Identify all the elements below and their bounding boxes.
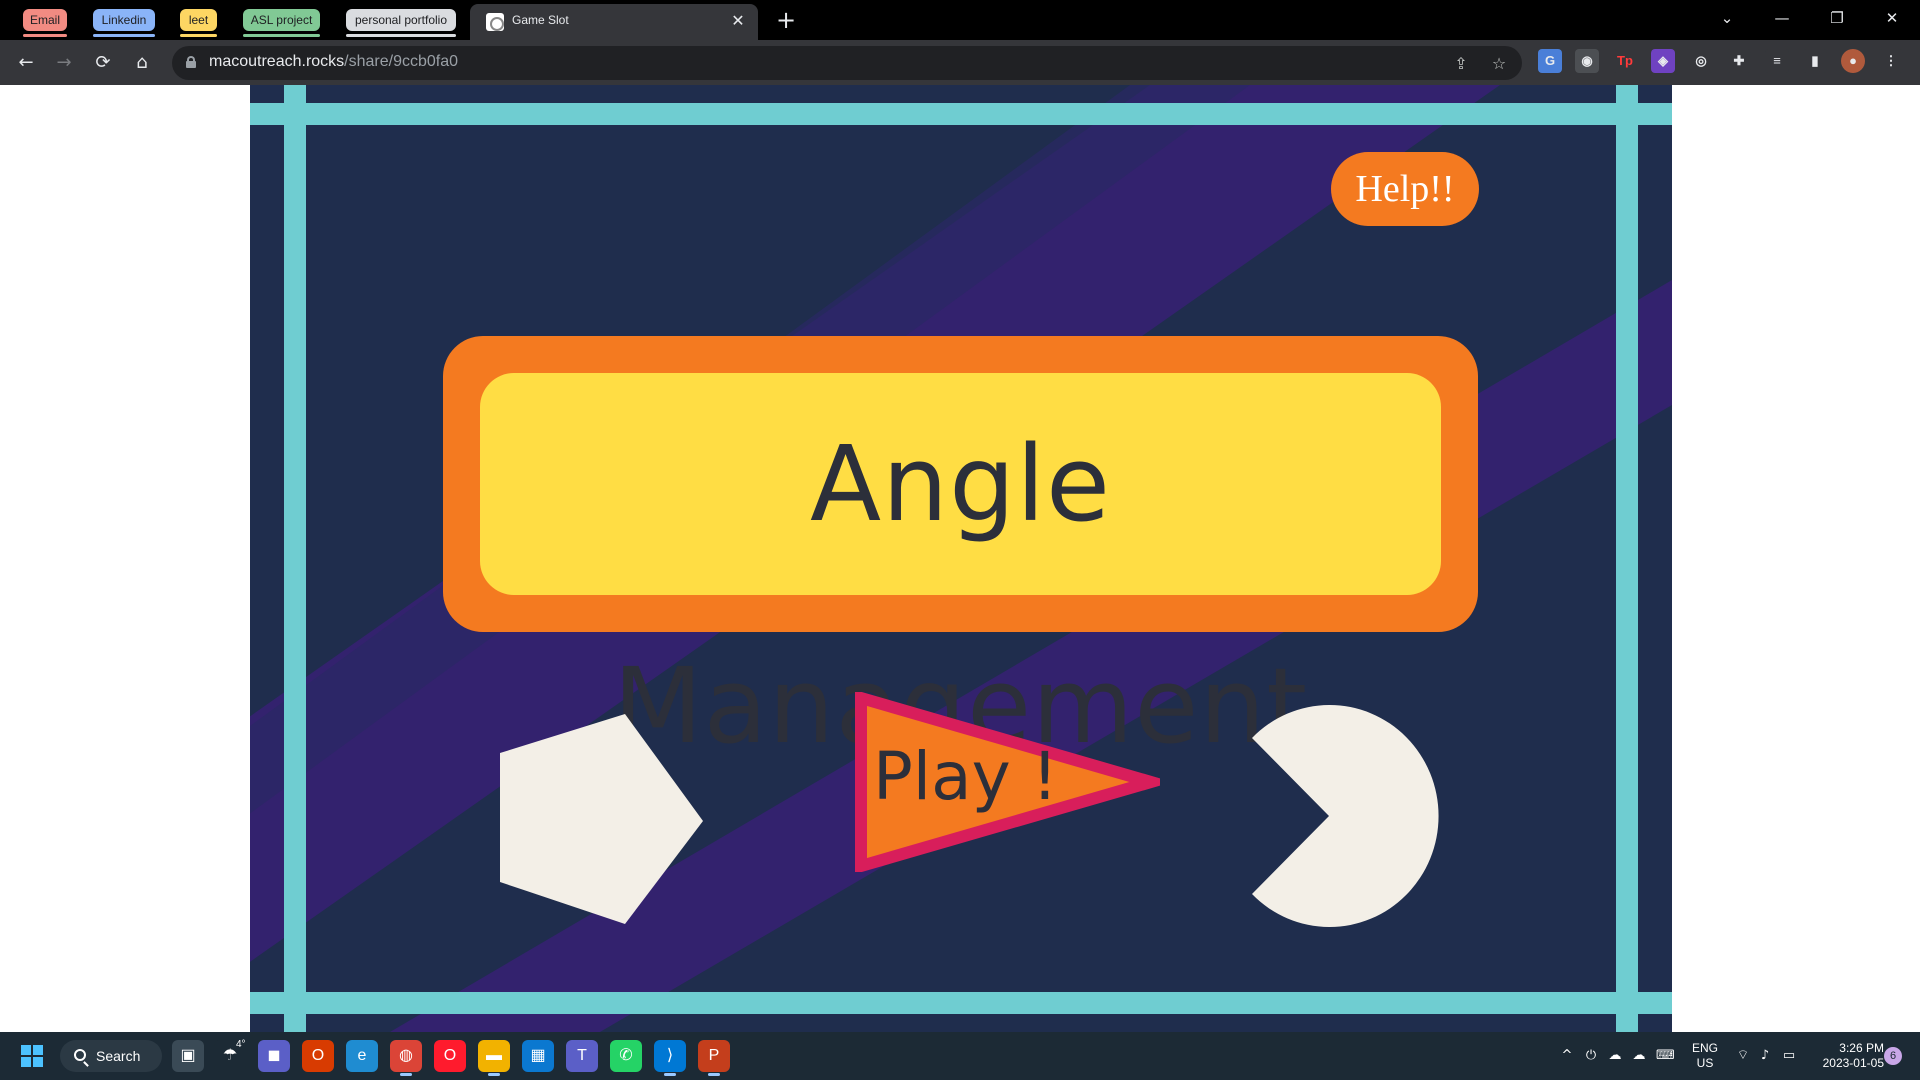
clock[interactable]: 3:26 PM 2023-01-05 [1808,1041,1884,1071]
url-text[interactable]: macoutreach.rocks/share/9ccb0fa0 [209,53,458,71]
back-button[interactable]: ← [12,49,40,77]
region-code: US [1696,1056,1714,1070]
reading-list-icon[interactable]: ≡ [1765,49,1789,73]
task-view-icon[interactable]: ▣ [172,1040,204,1072]
minimize-button[interactable]: — [1759,4,1805,32]
tab-close-icon[interactable]: ✕ [728,11,748,31]
store-icon[interactable]: ▦ [522,1040,554,1072]
tab-game-slot[interactable]: Game Slot ✕ [470,4,758,40]
windows-taskbar: Search ▣ ☂ ◼ Oe ◍ O ▬ ▦ T ✆ ⟩ P 4° ^ ⏻ ☁ ☁ ⌨ ENG US… [0,1032,1920,1080]
battery-icon[interactable]: ▭ [1780,1047,1798,1065]
purple-extension-icon[interactable]: ◈ [1651,49,1675,73]
google-translate-extension-icon[interactable]: G [1538,49,1562,73]
clock-time: 3:26 PM [1839,1041,1884,1055]
taskbar-search[interactable]: Search [60,1040,162,1072]
keyboard-icon[interactable]: ⌨ [1656,1047,1675,1065]
tab-group-label: personal portfolio [354,13,448,27]
profile-avatar-icon[interactable]: ● [1841,49,1865,73]
tab-group-label: leet [188,13,209,27]
lightbulb-extension-icon[interactable]: ◎ [1689,49,1713,73]
show-hidden-icons-chevron[interactable]: ^ [1558,1047,1576,1065]
url-host: macoutreach.rocks [209,53,345,70]
volume-icon[interactable]: ♪ [1756,1047,1774,1065]
tab-title: Game Slot [512,13,569,27]
whatsapp-icon[interactable]: ✆ [610,1040,642,1072]
weather-temp: 4° [236,1039,246,1050]
tab-group-leet[interactable]: leet [180,9,217,37]
reload-button[interactable]: ⟳ [89,49,117,77]
notification-badge[interactable]: 6 [1884,1047,1902,1065]
pentagon-shape[interactable] [500,712,706,926]
tab-search-icon[interactable]: ⌄ [1704,4,1750,32]
tab-favicon-icon [486,13,504,31]
opera-icon[interactable]: O [434,1040,466,1072]
tab-group-label: Email [29,13,60,27]
office-icon[interactable]: O [302,1040,334,1072]
wifi-icon[interactable]: ⌔ [1734,1047,1752,1065]
game-title: Angle Management [612,423,1309,767]
input-language[interactable]: ENG US [1688,1041,1722,1071]
play-label: Play ! [873,738,1059,815]
puzzle-extensions-icon[interactable]: ✚ [1727,49,1751,73]
teams-icon[interactable]: T [566,1040,598,1072]
title-banner-inner: Angle Management [480,373,1441,767]
help-button[interactable]: Help!! [1331,152,1479,226]
search-label: Search [96,1048,141,1064]
tab-group-label: ASL project [250,13,313,27]
new-tab-button[interactable]: + [772,6,800,34]
tab-group-email[interactable]: Email [23,9,67,37]
restore-button[interactable]: ❐ [1814,4,1860,32]
chrome-icon[interactable]: ◍ [390,1040,422,1076]
tab-group-asl-project[interactable]: ASL project [243,9,320,37]
windows-logo-icon [21,1045,43,1067]
play-button[interactable]: Play ! [855,690,1173,874]
tp-extension-icon[interactable]: Tp [1613,49,1637,73]
extension-icon-2[interactable]: ◉ [1575,49,1599,73]
browser-tab-strip: Email Linkedin leet ASL project personal… [0,0,1920,40]
url-path: /share/9ccb0fa0 [344,53,459,70]
clock-date: 2023-01-05 [1822,1056,1884,1070]
teams-chat-icon[interactable]: ◼ [258,1040,290,1072]
page-viewport: Help!! Angle Management Play ! [0,85,1920,1032]
forward-button[interactable]: → [50,49,78,77]
game-stage: Help!! Angle Management Play ! [250,85,1672,1032]
share-icon[interactable]: ⇪ [1450,53,1472,75]
vscode-icon[interactable]: ⟩ [654,1040,686,1076]
powerpoint-icon[interactable]: P [698,1040,730,1076]
tab-group-personal-portfolio[interactable]: personal portfolio [346,9,456,37]
menu-kebab-icon[interactable]: ⋮ [1879,49,1903,73]
search-icon [74,1049,86,1061]
onedrive-sync-icon[interactable]: ☁ [1606,1047,1624,1065]
lock-icon[interactable] [186,56,196,68]
edge-icon[interactable]: e [346,1040,378,1072]
tab-group-label: Linkedin [101,13,147,27]
power-status-icon[interactable]: ⏻ [1582,1047,1600,1065]
pacman-shape[interactable] [1250,705,1450,929]
onedrive-icon[interactable]: ☁ [1630,1047,1648,1065]
tab-group-linkedin[interactable]: Linkedin [93,9,155,37]
language-code: ENG [1691,1041,1718,1055]
home-button[interactable]: ⌂ [128,49,156,77]
start-button[interactable] [16,1040,48,1072]
file-explorer-icon[interactable]: ▬ [478,1040,510,1076]
side-panel-icon[interactable]: ▮ [1803,49,1827,73]
title-banner: Angle Management [443,336,1478,767]
bookmark-star-icon[interactable]: ☆ [1488,53,1510,75]
address-bar[interactable]: macoutreach.rocks/share/9ccb0fa0 ⇪ ☆ [172,46,1522,80]
close-window-button[interactable]: ✕ [1869,4,1915,32]
